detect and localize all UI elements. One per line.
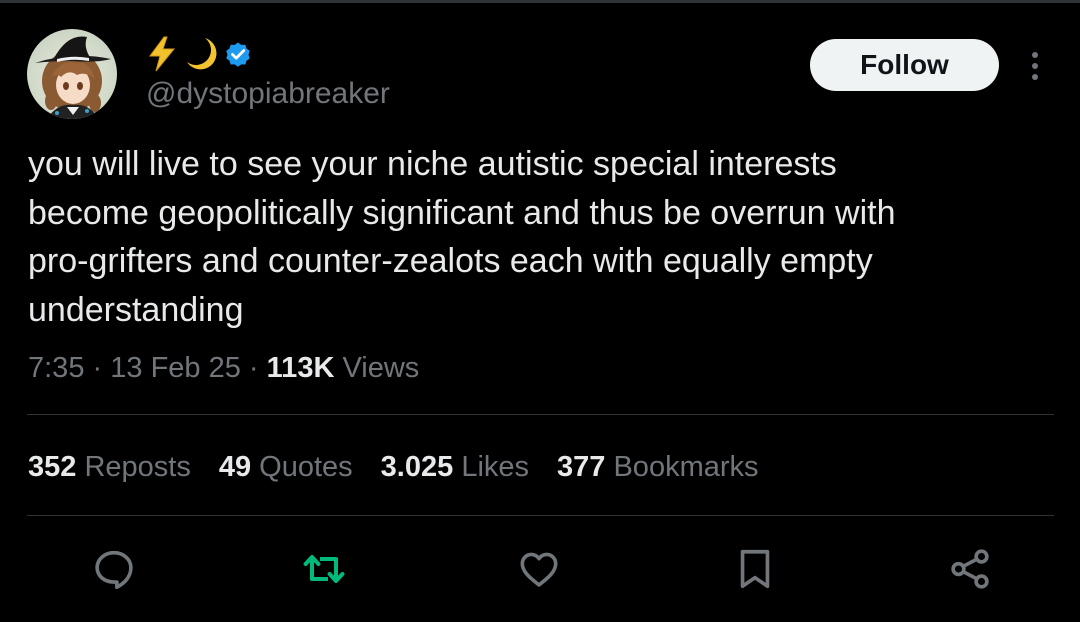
stat-count: 49 (218, 451, 252, 483)
heart-icon (520, 552, 558, 587)
stat-label: Quotes (259, 451, 353, 483)
avatar[interactable] (27, 29, 117, 119)
tweet-date[interactable]: 13 Feb 25 (110, 352, 241, 384)
tweet-text-line: pro-grifters and counter-zealots each wi… (28, 242, 873, 280)
reply-icon (95, 550, 133, 590)
meta-separator: · (92, 352, 103, 384)
verified-badge-icon (223, 39, 253, 74)
stat-label: Likes (461, 451, 530, 483)
user-handle[interactable]: @dystopiabreaker (146, 76, 390, 112)
tweet-detail-page: @dystopiabreaker Follow you will live to… (0, 0, 1080, 622)
engagement-stats: 352 Reposts 49 Quotes 3.025 Likes 377 Bo… (28, 449, 787, 485)
likes-stat[interactable]: 3.025 Likes (381, 449, 529, 485)
reposts-stat[interactable]: 352 Reposts (28, 449, 191, 485)
crescent-moon-icon (183, 35, 219, 78)
stat-count: 377 (557, 451, 606, 483)
avatar-image (27, 29, 117, 119)
views-count[interactable]: 113K (267, 352, 335, 384)
divider (27, 515, 1054, 516)
tweet-text-line: become geopolitically significant and th… (28, 193, 896, 232)
views-label: Views (342, 352, 420, 384)
stat-label: Bookmarks (613, 451, 759, 483)
meta-separator: · (248, 352, 259, 384)
more-options-button[interactable] (1020, 46, 1050, 86)
display-name[interactable] (145, 36, 253, 76)
reply-button[interactable] (90, 545, 138, 593)
share-button[interactable] (946, 545, 994, 593)
bookmarks-stat[interactable]: 377 Bookmarks (557, 449, 759, 485)
top-divider (0, 0, 1080, 3)
stat-label: Reposts (84, 451, 191, 483)
quotes-stat[interactable]: 49 Quotes (219, 449, 353, 485)
divider (27, 414, 1054, 415)
bookmark-icon (740, 549, 770, 589)
bookmark-button[interactable] (731, 545, 779, 593)
repost-button[interactable] (300, 545, 348, 593)
tweet-text-line: understanding (28, 290, 244, 329)
tweet-text-line: you will live to see your niche autistic… (28, 145, 837, 183)
tweet-text: you will live to see your niche autistic… (28, 140, 1058, 334)
vertical-dots-icon (1032, 52, 1038, 80)
stat-count: 3.025 (380, 451, 454, 483)
like-button[interactable] (515, 545, 563, 593)
repost-icon (303, 555, 345, 583)
follow-button-label: Follow (860, 49, 949, 80)
tweet-meta: 7:35 · 13 Feb 25 · 113K Views (28, 350, 419, 386)
share-icon (951, 549, 989, 589)
lightning-icon (145, 35, 179, 78)
stat-count: 352 (28, 451, 77, 483)
tweet-time[interactable]: 7:35 (28, 352, 84, 384)
follow-button[interactable]: Follow (810, 39, 999, 91)
